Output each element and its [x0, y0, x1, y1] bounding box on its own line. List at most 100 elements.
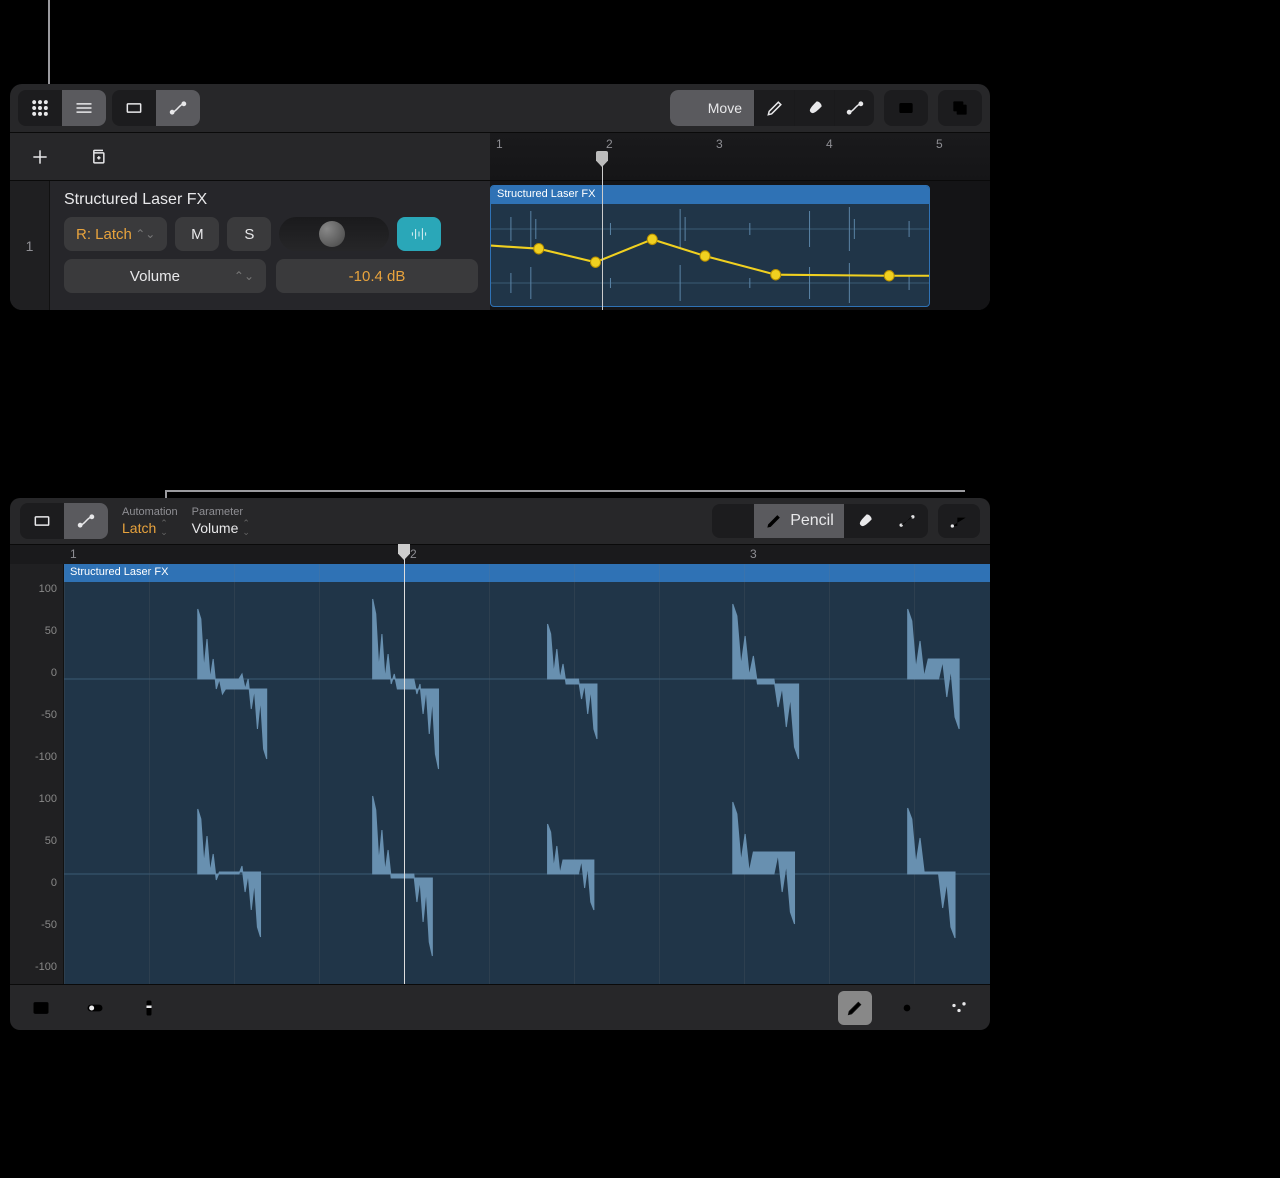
- parameter-title: Parameter: [192, 506, 250, 518]
- db-tick: 100: [39, 583, 57, 595]
- db-tick: -100: [35, 751, 57, 763]
- playhead[interactable]: [602, 151, 603, 310]
- grid-icon: [30, 98, 50, 118]
- automation-button[interactable]: [156, 90, 200, 126]
- top-toolbar: Move: [10, 84, 990, 132]
- list-icon: [74, 98, 94, 118]
- annotation-line-bottom: [165, 490, 965, 492]
- waveform-icon: [409, 224, 429, 244]
- automation-points[interactable]: [491, 204, 929, 307]
- annotation-line-top: [48, 0, 50, 84]
- pencil-icon: [765, 98, 785, 118]
- automation-curve-icon: [845, 98, 865, 118]
- editor-body: 100 50 0 -50 -100 100 50 0 -50 -100 Stru…: [10, 564, 990, 984]
- move-tool-button[interactable]: Move: [670, 90, 754, 126]
- amplitude-scale: 100 50 0 -50 -100 100 50 0 -50 -100: [10, 564, 64, 984]
- ruler-number: 4: [826, 137, 833, 151]
- solo-button[interactable]: S: [227, 217, 271, 251]
- brightness-button[interactable]: [890, 991, 924, 1025]
- copy-icon: [950, 98, 970, 118]
- marquee-icon: [896, 98, 916, 118]
- marquee-tool-button[interactable]: [884, 90, 928, 126]
- editor-automation-button[interactable]: [64, 503, 108, 539]
- chevron-updown-icon: ⌃⌄: [234, 269, 254, 283]
- list-view-button[interactable]: [62, 90, 106, 126]
- move-icon: [723, 511, 743, 531]
- pencil-tool-button[interactable]: [754, 90, 794, 126]
- editor-step-tool[interactable]: [938, 504, 980, 538]
- editor-pencil-tool[interactable]: Pencil: [754, 504, 844, 538]
- copy-tool-button[interactable]: [938, 90, 982, 126]
- brush-icon: [855, 511, 875, 531]
- editor-move-tool[interactable]: [712, 504, 754, 538]
- db-tick: 50: [45, 625, 57, 637]
- db-tick: -50: [41, 709, 57, 721]
- track-index: 1: [10, 181, 50, 310]
- editor-brush-tool[interactable]: [844, 504, 886, 538]
- ruler-number: 1: [496, 137, 503, 151]
- audio-editor-panel: Automation Latch ⌃⌄ Parameter Volume ⌃⌄ …: [10, 498, 990, 1030]
- brightness-icon: [897, 998, 917, 1018]
- track-row: 1 Structured Laser FX R: Latch ⌃⌄ M S: [10, 180, 990, 310]
- input-monitor-button[interactable]: [397, 217, 441, 251]
- db-tick: 100: [39, 793, 57, 805]
- grid-view-button[interactable]: [18, 90, 62, 126]
- editor-playhead[interactable]: [404, 544, 405, 984]
- editor-waveform-left: [64, 584, 990, 774]
- editor-ruler[interactable]: 1 2 3: [10, 544, 990, 564]
- fader-button[interactable]: [132, 991, 166, 1025]
- chevron-updown-icon: ⌃⌄: [132, 227, 155, 241]
- db-tick: 0: [51, 877, 57, 889]
- brush-icon: [805, 98, 825, 118]
- automation-parameter-block[interactable]: Parameter Volume ⌃⌄: [192, 506, 250, 537]
- automation-parameter-label: Volume: [130, 268, 180, 285]
- automation-mode-block[interactable]: Automation Latch ⌃⌄: [122, 506, 178, 537]
- editor-waveform-area[interactable]: Structured Laser FX: [64, 564, 990, 984]
- editor-bottom-bar: [10, 984, 990, 1030]
- region-button[interactable]: [112, 90, 156, 126]
- rectangle-icon: [124, 98, 144, 118]
- automation-mode-title: Automation: [122, 506, 178, 518]
- duplicate-icon: [88, 147, 108, 167]
- ruler-number: 5: [936, 137, 943, 151]
- automation-mode-label: R: Latch: [76, 226, 132, 243]
- timeline-ruler[interactable]: 1 2 3 4 5: [490, 133, 990, 180]
- edit-mode-button[interactable]: [838, 991, 872, 1025]
- duplicate-track-button[interactable]: [78, 139, 118, 175]
- automation-mode-value: Latch: [122, 520, 156, 536]
- editor-region-button[interactable]: [20, 503, 64, 539]
- automation-parameter-selector[interactable]: Volume ⌃⌄: [64, 259, 266, 293]
- sliders-icon: [949, 998, 969, 1018]
- region-name: Structured Laser FX: [491, 186, 929, 204]
- automation-curve-icon: [76, 511, 96, 531]
- audio-region[interactable]: Structured Laser FX: [490, 185, 930, 307]
- automation-curve-icon: [897, 511, 917, 531]
- ruler-number: 2: [410, 547, 417, 561]
- brush-tool-button[interactable]: [794, 90, 834, 126]
- track-controls-row: 1 2 3 4 5: [10, 132, 990, 180]
- edit-tools: Move: [670, 90, 982, 126]
- editor-curve-tool[interactable]: [886, 504, 928, 538]
- music-library-icon: [31, 998, 51, 1018]
- curve-tool-button[interactable]: [834, 90, 874, 126]
- volume-slider[interactable]: [279, 217, 389, 251]
- tracks-panel: Move: [10, 84, 990, 310]
- mute-button[interactable]: M: [175, 217, 219, 251]
- track-name: Structured Laser FX: [64, 191, 478, 209]
- ruler-number: 3: [716, 137, 723, 151]
- mixer-button[interactable]: [942, 991, 976, 1025]
- library-button[interactable]: [24, 991, 58, 1025]
- editor-region-name: Structured Laser FX: [64, 564, 990, 582]
- db-tick: -100: [35, 961, 57, 973]
- db-tick: -50: [41, 919, 57, 931]
- add-track-button[interactable]: [20, 139, 60, 175]
- automation-mode-selector[interactable]: R: Latch ⌃⌄: [64, 217, 167, 251]
- toggle-button[interactable]: [78, 991, 112, 1025]
- ruler-number: 1: [70, 547, 77, 561]
- step-icon: [949, 511, 969, 531]
- automation-value-readout[interactable]: -10.4 dB: [276, 259, 478, 293]
- db-tick: 0: [51, 667, 57, 679]
- track-timeline[interactable]: Structured Laser FX: [490, 181, 990, 310]
- track-header[interactable]: Structured Laser FX R: Latch ⌃⌄ M S: [50, 181, 490, 310]
- editor-toolbar: Automation Latch ⌃⌄ Parameter Volume ⌃⌄ …: [10, 498, 990, 544]
